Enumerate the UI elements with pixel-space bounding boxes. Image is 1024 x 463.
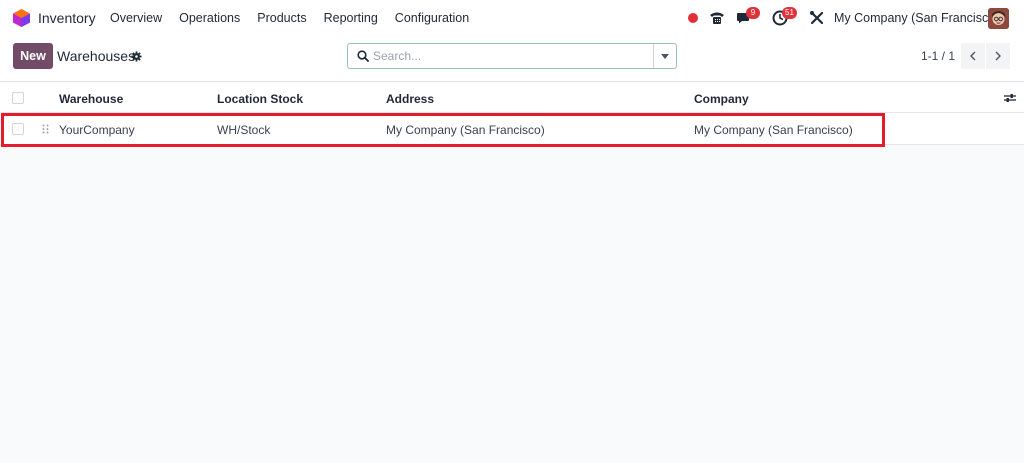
app-logo-icon[interactable]: [13, 9, 30, 27]
select-all-checkbox[interactable]: [12, 92, 24, 104]
gear-icon[interactable]: [131, 51, 142, 62]
cell-location-stock: WH/Stock: [217, 123, 271, 137]
app-name[interactable]: Inventory: [38, 10, 96, 26]
recording-indicator[interactable]: [688, 13, 698, 23]
search-bar: [347, 43, 677, 69]
caret-down-icon[interactable]: [653, 44, 676, 68]
page-title: Warehouses: [57, 48, 136, 64]
control-panel: New Warehouses 1-1 / 1: [0, 36, 1024, 82]
search-icon: [357, 50, 369, 62]
company-switcher[interactable]: My Company (San Francisco): [834, 11, 999, 25]
menu-overview[interactable]: Overview: [110, 11, 162, 25]
drag-handle-icon[interactable]: [42, 124, 49, 134]
menu-reporting[interactable]: Reporting: [324, 11, 378, 25]
chevron-right-icon: [995, 51, 1001, 61]
cell-warehouse: YourCompany: [59, 123, 135, 137]
chevron-left-icon: [970, 51, 976, 61]
column-header-company[interactable]: Company: [694, 92, 749, 106]
table-row[interactable]: YourCompany WH/Stock My Company (San Fra…: [0, 113, 1024, 145]
search-input[interactable]: [373, 47, 648, 65]
menu-configuration[interactable]: Configuration: [395, 11, 469, 25]
warehouse-list: Warehouse Location Stock Address Company…: [0, 83, 1024, 145]
table-header: Warehouse Location Stock Address Company: [0, 83, 1024, 113]
menu-products[interactable]: Products: [257, 11, 306, 25]
column-header-location-stock[interactable]: Location Stock: [217, 92, 303, 106]
tools-icon[interactable]: [809, 10, 825, 26]
messages-badge: 9: [746, 7, 760, 19]
new-button[interactable]: New: [13, 43, 53, 69]
pager-previous-button[interactable]: [961, 43, 985, 69]
cell-address: My Company (San Francisco): [386, 123, 545, 137]
top-navbar: Inventory Overview Operations Products R…: [0, 0, 1024, 36]
pager-value[interactable]: 1-1 / 1: [921, 49, 955, 63]
avatar-face-icon: [988, 8, 1009, 29]
row-checkbox[interactable]: [12, 123, 24, 135]
sliders-icon[interactable]: [1004, 93, 1016, 103]
activities-badge: 51: [782, 7, 797, 19]
column-header-warehouse[interactable]: Warehouse: [59, 92, 123, 106]
column-header-address[interactable]: Address: [386, 92, 434, 106]
main-menu: Overview Operations Products Reporting C…: [110, 11, 486, 25]
user-avatar[interactable]: [988, 8, 1009, 29]
phone-icon[interactable]: [709, 10, 725, 26]
cell-company: My Company (San Francisco): [694, 123, 853, 137]
pager-next-button[interactable]: [986, 43, 1010, 69]
menu-operations[interactable]: Operations: [179, 11, 240, 25]
